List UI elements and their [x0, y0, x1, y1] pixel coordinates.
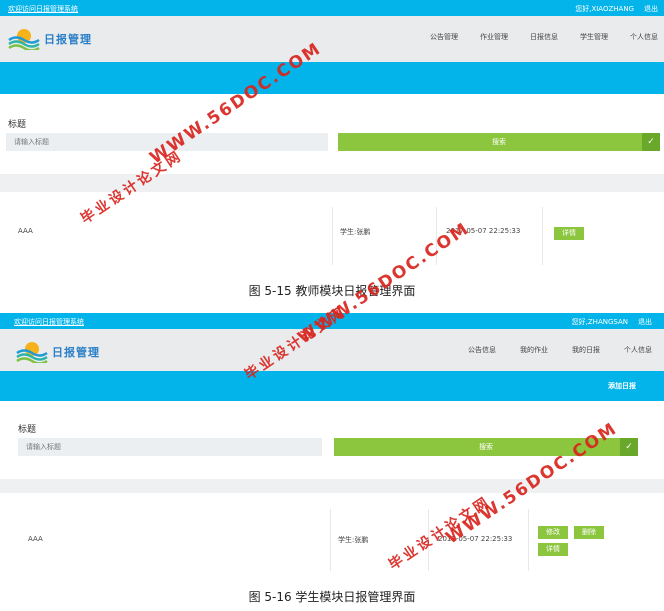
logout-link[interactable]: 退出	[638, 317, 652, 327]
title-label: 标题	[8, 120, 27, 130]
main-nav: 公告信息 我的作业 我的日报 个人信息	[468, 345, 652, 355]
top-bar: 欢迎访问日报管理系统 您好,XIAOZHANG 退出	[0, 0, 664, 16]
detail-button[interactable]: 详情	[554, 227, 584, 240]
check-icon: ✓	[620, 438, 638, 456]
logout-link[interactable]: 退出	[644, 4, 658, 14]
welcome-link[interactable]: 欢迎访问日报管理系统	[8, 4, 78, 14]
column-divider	[528, 509, 529, 571]
figure-caption-5-15: 图 5-15 教师模块日报管理界面	[248, 284, 416, 298]
header: 日报管理 公告管理 作业管理 日报信息 学生管理 个人信息	[0, 16, 664, 62]
sun-wave-logo-icon	[8, 29, 40, 50]
figure-caption-5-16: 图 5-16 学生模块日报管理界面	[248, 590, 416, 604]
column-divider	[330, 509, 331, 571]
detail-button[interactable]: 详情	[538, 543, 568, 556]
nav-notice-info[interactable]: 公告信息	[468, 345, 496, 355]
nav-student-manage[interactable]: 学生管理	[580, 32, 608, 42]
user-greeting: 您好,XIAOZHANG	[575, 5, 634, 13]
delete-button[interactable]: 删除	[574, 526, 604, 539]
user-greeting: 您好,ZHANGSAN	[571, 318, 628, 326]
search-button-label: 搜索	[492, 138, 506, 146]
teacher-report-screenshot: 欢迎访问日报管理系统 您好,XIAOZHANG 退出 日报管理 公告管理 作业管…	[0, 0, 664, 272]
nav-my-homework[interactable]: 我的作业	[520, 345, 548, 355]
nav-personal-info[interactable]: 个人信息	[630, 32, 658, 42]
column-divider	[542, 207, 543, 265]
report-student: 学生:张鹏	[340, 228, 371, 236]
report-student: 学生:张鹏	[338, 536, 369, 544]
welcome-link[interactable]: 欢迎访问日报管理系统	[14, 317, 84, 327]
nav-personal-info[interactable]: 个人信息	[624, 345, 652, 355]
edit-button[interactable]: 修改	[538, 526, 568, 539]
report-title: AAA	[18, 227, 33, 235]
column-divider	[332, 207, 333, 265]
title-search-input[interactable]	[18, 438, 322, 456]
nav-notice-manage[interactable]: 公告管理	[430, 32, 458, 42]
report-title: AAA	[28, 535, 43, 543]
nav-my-report[interactable]: 我的日报	[572, 345, 600, 355]
add-report-button[interactable]: 添加日报	[608, 381, 636, 391]
search-button[interactable]: 搜索 ✓	[338, 133, 660, 151]
main-nav: 公告管理 作业管理 日报信息 学生管理 个人信息	[430, 32, 658, 42]
nav-homework-manage[interactable]: 作业管理	[480, 32, 508, 42]
sun-wave-logo-icon	[16, 342, 48, 363]
search-button-label: 搜索	[479, 443, 493, 451]
header: 日报管理 公告信息 我的作业 我的日报 个人信息	[0, 329, 664, 375]
table-row: AAA 学生:张鹏 2017-05-07 22:25:33 修改 删除 详情	[18, 509, 646, 571]
check-icon: ✓	[642, 133, 660, 151]
action-bar: 添加日报	[0, 371, 664, 401]
action-bar	[0, 62, 664, 94]
report-list: AAA 学生:张鹏 2017-05-07 22:25:33 修改 删除 详情	[0, 493, 664, 571]
brand-name: 日报管理	[52, 346, 100, 359]
search-panel: 标题 搜索 ✓	[0, 94, 664, 174]
logo[interactable]: 日报管理	[8, 24, 108, 54]
student-report-screenshot: 欢迎访问日报管理系统 您好,ZHANGSAN 退出 日报管理 公告信息 我的作业…	[0, 313, 664, 571]
logo[interactable]: 日报管理	[16, 337, 116, 367]
brand-name: 日报管理	[44, 33, 92, 46]
nav-report-info[interactable]: 日报信息	[530, 32, 558, 42]
title-label: 标题	[18, 425, 37, 435]
